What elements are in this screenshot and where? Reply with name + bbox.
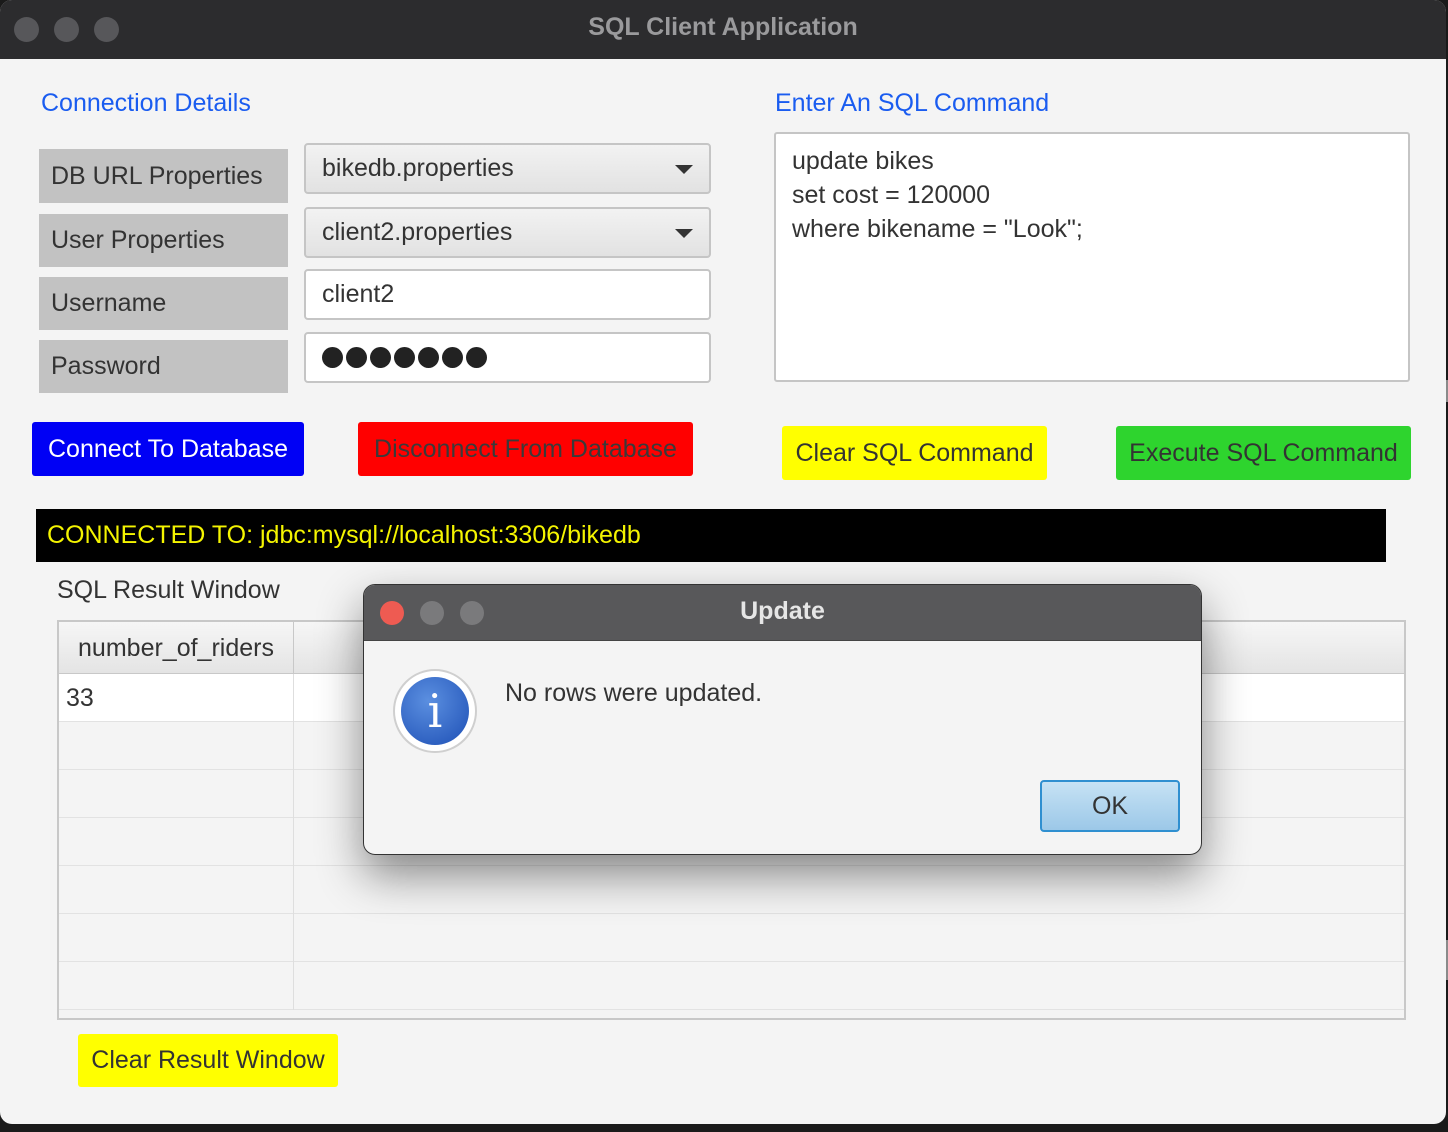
username-label: Username [39,277,288,330]
password-mask [322,347,487,368]
table-row [59,962,1404,1010]
connection-status-text: CONNECTED TO: jdbc:mysql://localhost:330… [47,521,641,549]
execute-sql-button[interactable]: Execute SQL Command [1116,426,1411,480]
username-field-value: client2 [322,280,395,308]
update-dialog: Update i No rows were updated. OK [363,584,1202,855]
title-bar: SQL Client Application [0,0,1446,59]
result-window-label: SQL Result Window [57,576,280,604]
info-icon: i [393,669,477,753]
connection-details-heading: Connection Details [41,89,251,117]
table-row [59,866,1404,914]
chevron-down-icon [675,229,693,238]
password-dot [322,347,343,368]
chevron-down-icon [675,165,693,174]
sql-line: set cost = 120000 [792,181,991,209]
user-properties-label: User Properties [39,214,288,267]
db-url-select[interactable]: bikedb.properties [304,143,711,194]
db-url-select-value: bikedb.properties [322,154,514,182]
table-cell: 33 [59,674,294,722]
user-properties-select[interactable]: client2.properties [304,207,711,258]
dialog-title: Update [740,597,825,625]
info-icon-glyph: i [401,677,469,745]
sql-command-textarea[interactable]: update bikes set cost = 120000 where bik… [774,132,1410,382]
sql-command-heading: Enter An SQL Command [775,89,1050,117]
password-label: Password [39,340,288,393]
table-row [59,914,1404,962]
password-field[interactable] [304,332,711,383]
connect-button[interactable]: Connect To Database [32,422,304,476]
clear-sql-button[interactable]: Clear SQL Command [782,426,1047,480]
app-window: SQL Client Application Connection Detail… [0,0,1446,1124]
disconnect-button[interactable]: Disconnect From Database [358,422,693,476]
column-header[interactable]: number_of_riders [59,622,294,674]
table-cell [59,722,294,770]
password-dot [466,347,487,368]
window-title: SQL Client Application [588,13,858,41]
connection-status-bar: CONNECTED TO: jdbc:mysql://localhost:330… [36,509,1386,562]
password-dot [418,347,439,368]
dialog-title-bar: Update [364,585,1201,641]
user-properties-select-value: client2.properties [322,218,513,246]
ok-button[interactable]: OK [1040,780,1180,832]
dialog-message: No rows were updated. [505,679,763,707]
table-cell [59,962,294,1010]
clear-result-button[interactable]: Clear Result Window [78,1034,338,1087]
password-dot [370,347,391,368]
password-dot [346,347,367,368]
username-field[interactable]: client2 [304,269,711,320]
password-dot [394,347,415,368]
sql-line: update bikes [792,147,934,175]
sql-line: where bikename = "Look"; [792,215,1083,243]
table-cell [59,914,294,962]
db-url-label: DB URL Properties [39,149,288,203]
table-cell [59,866,294,914]
table-cell [59,770,294,818]
table-cell [59,818,294,866]
password-dot [442,347,463,368]
